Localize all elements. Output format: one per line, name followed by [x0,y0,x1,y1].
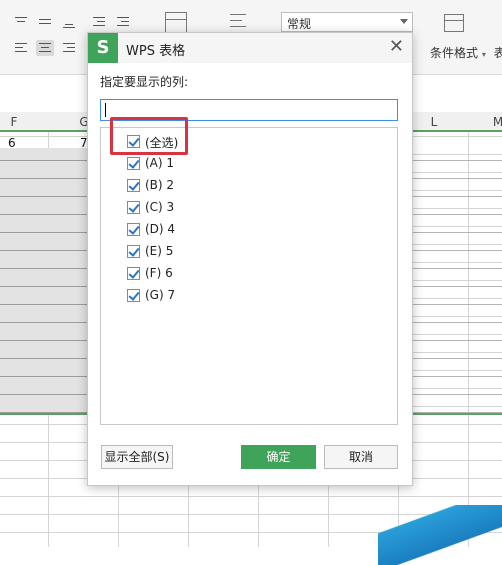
selected-range-right[interactable] [410,148,502,414]
checkbox-checked-icon[interactable] [127,223,140,236]
list-item-label: (A) 1 [145,156,175,170]
align-center-icon[interactable] [36,40,54,56]
column-header-f[interactable]: F [4,115,24,129]
dialog-titlebar[interactable]: S WPS 表格 ✕ [88,33,412,63]
checkbox-checked-icon[interactable] [127,179,140,192]
number-format-select[interactable]: 常规 [281,12,413,32]
cancel-button[interactable]: 取消 [324,445,398,469]
show-columns-dialog: S WPS 表格 ✕ 指定要显示的列: (全选) (A) 1 (B) 2 (C)… [87,32,413,486]
checkbox-checked-icon[interactable] [127,245,140,258]
align-left-icon[interactable] [12,40,30,56]
checkbox-checked-icon[interactable] [127,267,140,280]
list-item-label: (D) 4 [145,222,176,236]
column-list[interactable]: (全选) (A) 1 (B) 2 (C) 3 (D) 4 (E) 5 (F) 6 [100,127,398,425]
wps-logo-icon: S [88,33,118,63]
list-item-label: (E) 5 [145,244,174,258]
number-format-value: 常规 [287,17,312,31]
caret-down-icon: ▾ [481,50,486,59]
conditional-format-label: 条件格式 [430,46,479,60]
close-button[interactable]: ✕ [389,37,404,57]
list-item-label: (F) 6 [145,266,173,280]
dialog-title: WPS 表格 [126,44,186,59]
column-header-m[interactable]: M [488,115,502,129]
text-caret [105,103,106,117]
conditional-format-button[interactable]: 条件格式 ▾ 表 [430,44,502,61]
cell-f1[interactable]: 6 [8,136,16,150]
list-item-label: (B) 2 [145,178,175,192]
decrease-indent-icon[interactable] [90,14,108,30]
prompt-label: 指定要显示的列: [100,75,189,89]
align-right-icon[interactable] [60,40,78,56]
checkbox-checked-icon[interactable] [127,289,140,302]
align-middle-icon[interactable] [36,14,54,30]
checkbox-checked-icon[interactable] [127,201,140,214]
watermark-decoration [378,505,502,565]
column-header-l[interactable]: L [424,115,444,129]
list-item-label: (C) 3 [145,200,175,214]
selected-range[interactable] [0,148,100,414]
show-all-button[interactable]: 显示全部(S) [101,445,173,469]
align-top-icon[interactable] [12,14,30,30]
align-bottom-icon[interactable] [60,14,78,30]
merge-center-icon[interactable] [165,12,187,34]
conditional-format-icon[interactable] [444,14,464,32]
more-label: 表 [493,46,502,60]
increase-indent-icon[interactable] [114,14,132,30]
chevron-down-icon [400,19,408,24]
ok-button[interactable]: 确定 [241,445,316,469]
checkbox-checked-icon[interactable] [127,157,140,170]
list-item-label: (G) 7 [145,288,176,302]
highlight-annotation [110,117,188,155]
